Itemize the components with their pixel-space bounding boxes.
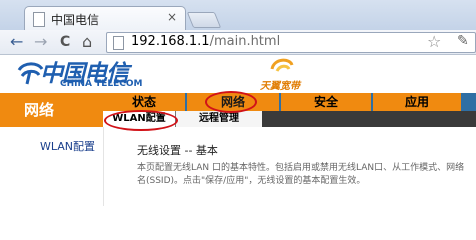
section-title: 网络 — [24, 101, 55, 119]
sidebar: WLAN配置 — [0, 127, 103, 206]
address-bar[interactable]: 192.168.1.1/main.html ☆ ✎ — [106, 32, 476, 53]
browser-tab[interactable]: 中国电信 × — [24, 6, 186, 31]
home-icon[interactable]: ⌂ — [82, 30, 92, 54]
page-description: 本页配置无线LAN 口的基本特性。包括启用或禁用无线LAN口、从工作模式、网络名… — [137, 163, 465, 186]
bookmark-star-icon[interactable]: ☆ — [427, 32, 441, 51]
brand-name-en: CHINA TELECOM — [60, 79, 143, 89]
page-title: 无线设置 -- 基本 — [137, 144, 218, 157]
tab-title: 中国电信 — [51, 13, 100, 27]
wrench-icon[interactable]: ✎ — [457, 33, 469, 49]
url-path: /main.html — [209, 34, 281, 49]
page-icon — [113, 36, 124, 50]
tab-security[interactable]: 安全 — [281, 93, 371, 111]
tab-close-icon[interactable]: × — [167, 10, 177, 24]
tab-applications[interactable]: 应用 — [373, 93, 461, 111]
browser-toolbar: ← → C ⌂ 192.168.1.1/main.html ☆ ✎ — [0, 30, 476, 55]
section-title-box: 网络 — [0, 93, 103, 127]
new-tab-button[interactable] — [186, 12, 222, 28]
page-header: 中国电信 CHINA TELECOM 天翼宽带 — [0, 55, 476, 93]
subtab-bar-fill — [262, 111, 476, 127]
sidebar-divider — [103, 127, 104, 206]
subtab-remote-management[interactable]: 远程管理 — [175, 111, 262, 127]
browser-tab-strip: 中国电信 × — [0, 0, 476, 31]
url-host: 192.168.1.1 — [131, 34, 210, 49]
reload-icon[interactable]: C — [60, 30, 70, 54]
highlight-circle-network — [205, 91, 257, 113]
sidebar-item-wlan-config[interactable]: WLAN配置 — [40, 138, 95, 154]
tianyi-logo-icon — [270, 58, 294, 72]
forward-icon[interactable]: → — [34, 30, 47, 54]
back-icon[interactable]: ← — [10, 30, 23, 54]
tianyi-broadband-label: 天翼宽带 — [260, 81, 300, 92]
tab-status[interactable]: 状态 — [103, 93, 185, 111]
page-icon — [33, 12, 45, 27]
url-text: 192.168.1.1/main.html — [131, 34, 280, 49]
highlight-circle-wlan-config — [104, 110, 178, 131]
